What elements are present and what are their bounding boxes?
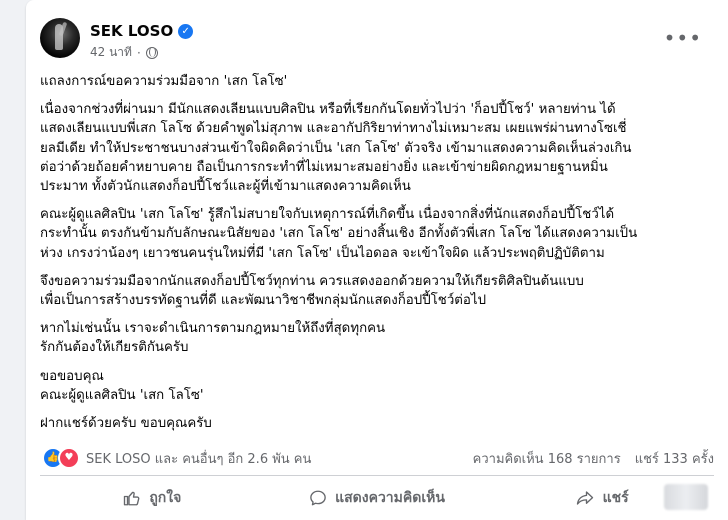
post-paragraph: แถลงการณ์ขอความร่วมมือจาก 'เสก โลโซ' <box>40 74 288 89</box>
post-body: แถลงการณ์ขอความร่วมมือจาก 'เสก โลโซ' เนื… <box>40 72 710 442</box>
post-card: SEK LOSO ✓ 42 นาที · ••• แถลงการณ์ขอความ… <box>26 0 728 520</box>
globe-icon[interactable] <box>145 46 158 59</box>
blurred-share-target[interactable] <box>664 484 708 510</box>
action-bar: ถูกใจ แสดงความคิดเห็น แชร์ <box>40 480 714 516</box>
reaction-summary[interactable]: 👍 ♥ SEK LOSO และ คนอื่นๆ อีก 2.6 พัน คน <box>42 447 311 469</box>
comment-label: แสดงความคิดเห็น <box>335 490 445 506</box>
divider <box>40 475 714 476</box>
more-options-icon[interactable]: ••• <box>664 26 702 50</box>
post-meta: 42 นาที · <box>90 43 158 62</box>
post-timestamp[interactable]: 42 นาที <box>90 43 132 62</box>
comment-button[interactable]: แสดงความคิดเห็น <box>265 487 490 509</box>
share-label: แชร์ <box>602 490 629 506</box>
love-reaction-icon: ♥ <box>58 447 80 469</box>
verified-badge-icon: ✓ <box>178 23 194 39</box>
avatar[interactable] <box>40 18 80 58</box>
comment-bubble-icon <box>310 490 326 506</box>
engagement-stats: 👍 ♥ SEK LOSO และ คนอื่นๆ อีก 2.6 พัน คน … <box>42 447 714 469</box>
share-count[interactable]: แชร์ 133 ครั้ง <box>635 448 714 469</box>
separator-dot: · <box>136 45 141 60</box>
post-paragraph: หากไม่เช่นนั้น เราจะดำเนินการตามกฎหมายให… <box>40 321 386 356</box>
stats-right: ความคิดเห็น 168 รายการ แชร์ 133 ครั้ง <box>473 448 714 469</box>
post-paragraph: คณะผู้ดูแลศิลปิน 'เสก โลโซ' รู้สึกไม่สบา… <box>40 207 638 261</box>
comment-count[interactable]: ความคิดเห็น 168 รายการ <box>473 448 621 469</box>
post-header: SEK LOSO ✓ 42 นาที · ••• <box>40 18 720 62</box>
share-arrow-icon <box>576 491 593 505</box>
author-name[interactable]: SEK LOSO <box>90 22 173 40</box>
post-paragraph: ขอขอบคุณ คณะผู้ดูแลศิลปิน 'เสก โลโซ' <box>40 368 204 403</box>
author-row: SEK LOSO ✓ <box>90 22 194 40</box>
post-paragraph: ฝากแชร์ด้วยครับ ขอบคุณครับ <box>40 416 212 432</box>
post-paragraph: จึงขอความร่วมมือจากนักแสดงก็อปปี้โชว์ทุก… <box>40 273 584 309</box>
post-paragraph: เนื่องจากช่วงที่ผ่านมา มีนักแสดงเลียนแบบ… <box>40 102 632 195</box>
reaction-names[interactable]: SEK LOSO และ คนอื่นๆ อีก 2.6 พัน คน <box>86 448 311 469</box>
thumbs-up-icon <box>124 491 140 506</box>
like-label: ถูกใจ <box>149 490 182 506</box>
like-button[interactable]: ถูกใจ <box>40 487 265 509</box>
